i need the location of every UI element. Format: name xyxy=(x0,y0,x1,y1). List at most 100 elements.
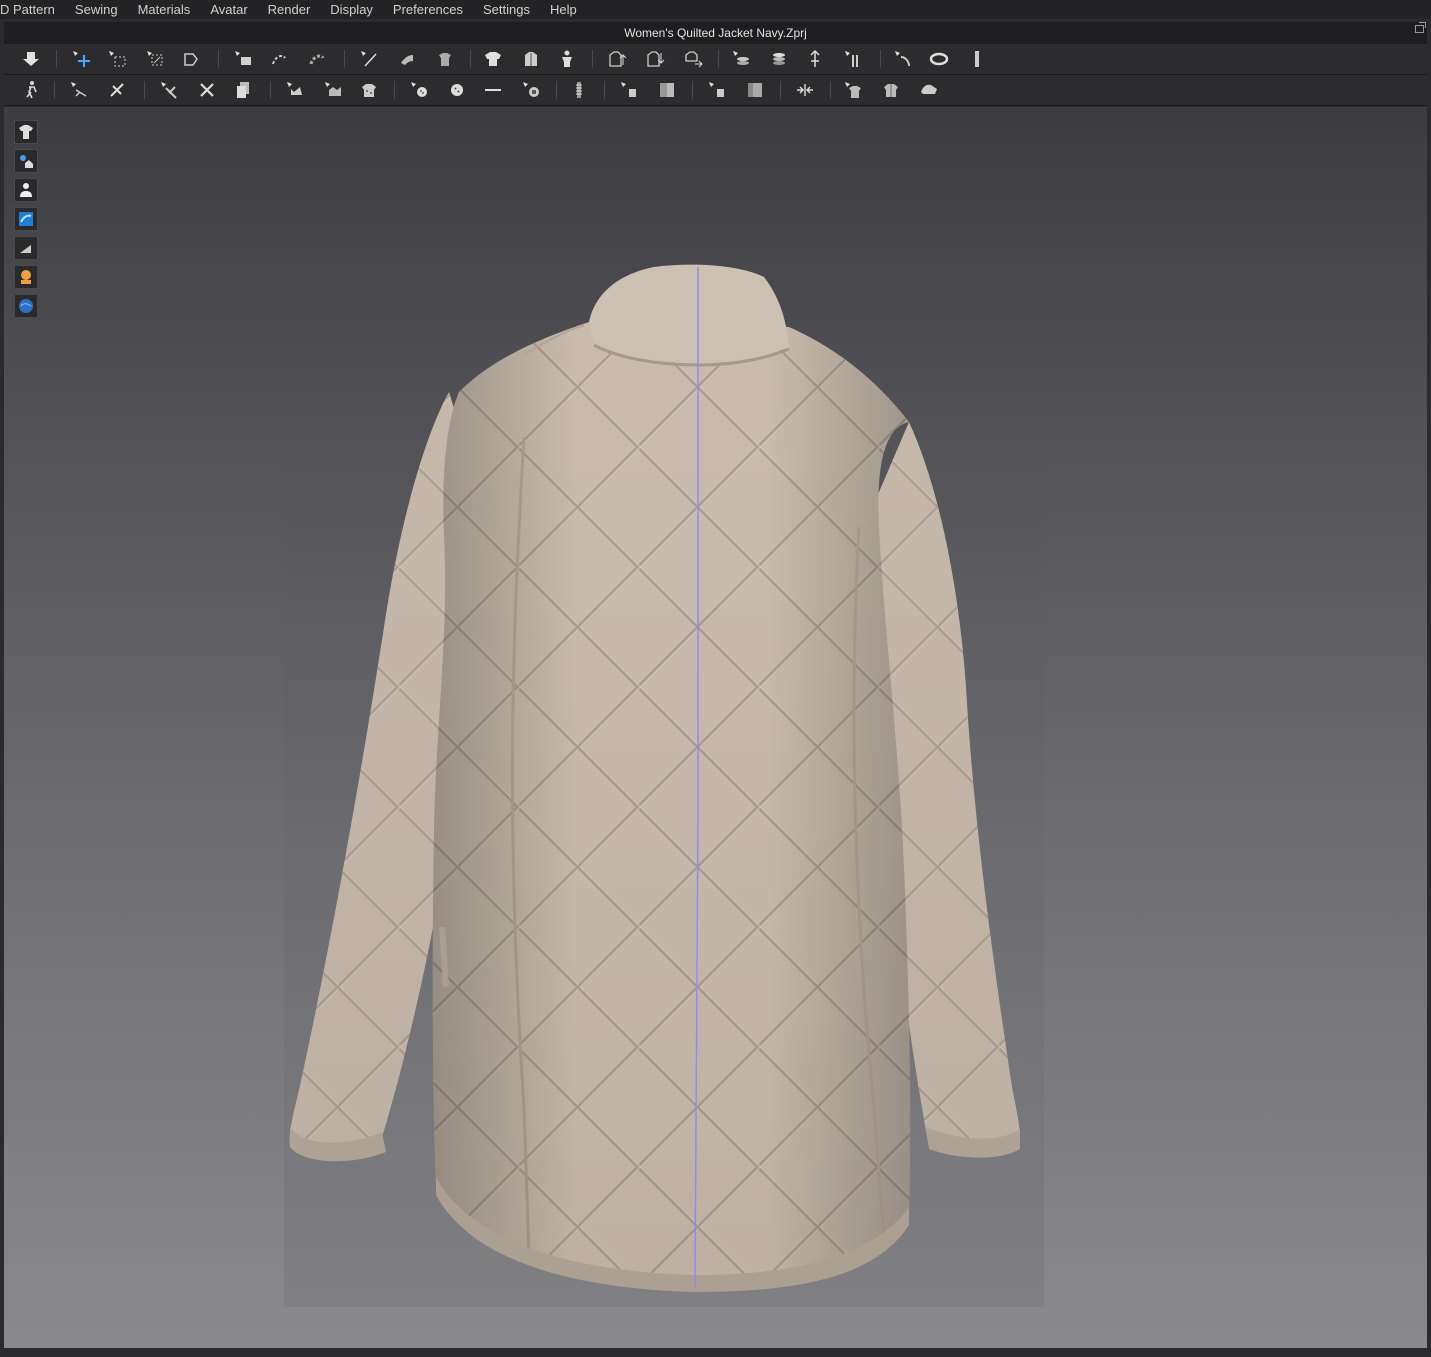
split-button[interactable] xyxy=(840,48,866,70)
texture-display-icon xyxy=(20,155,33,168)
button-hole-tool[interactable] xyxy=(444,79,470,101)
trim-icon xyxy=(161,82,177,99)
toolbar-top xyxy=(4,44,1427,75)
menu-preferences[interactable]: Preferences xyxy=(383,2,473,17)
brush-icon xyxy=(401,55,413,65)
texture-button[interactable] xyxy=(356,79,382,101)
button-tool[interactable] xyxy=(406,79,432,101)
puckering-icon xyxy=(325,82,341,96)
menu-bar: D Pattern Sewing Materials Avatar Render… xyxy=(0,0,1431,19)
garment-sync-button[interactable] xyxy=(680,48,706,70)
box-select-button[interactable] xyxy=(104,48,130,70)
sewing-button[interactable] xyxy=(66,79,92,101)
avatar-show-icon xyxy=(562,50,572,67)
split-icon xyxy=(845,51,858,67)
stack-button[interactable] xyxy=(766,48,792,70)
layer-button[interactable] xyxy=(266,48,292,70)
simulation-icon xyxy=(23,52,39,66)
line-icon xyxy=(485,89,501,91)
fabric-button[interactable] xyxy=(282,79,308,101)
fold-button[interactable] xyxy=(178,48,204,70)
texture-display-button[interactable] xyxy=(14,149,38,173)
puckering-button[interactable] xyxy=(320,79,346,101)
select-mesh-button[interactable] xyxy=(68,48,94,70)
brush-button[interactable] xyxy=(394,48,420,70)
cut-button[interactable] xyxy=(194,79,220,101)
garment-sync-icon xyxy=(685,51,703,68)
segment-sewing-button[interactable] xyxy=(104,79,130,101)
zipper-tool[interactable] xyxy=(566,79,592,101)
pin-button[interactable] xyxy=(356,48,382,70)
tape-icon xyxy=(895,51,910,67)
piping-tool[interactable] xyxy=(616,79,642,101)
measure-pin-button[interactable] xyxy=(802,48,828,70)
tuck-tool[interactable] xyxy=(840,79,866,101)
trim-button[interactable] xyxy=(156,79,182,101)
skin-display-icon xyxy=(21,270,31,284)
pull-tool[interactable] xyxy=(792,79,818,101)
segment-sewing-icon xyxy=(110,83,124,97)
pose-button[interactable] xyxy=(18,79,44,101)
menu-pattern[interactable]: D Pattern xyxy=(0,2,65,17)
fabric-icon xyxy=(287,82,302,95)
status-strip xyxy=(0,1348,1431,1357)
transform-pattern-button[interactable] xyxy=(142,48,168,70)
copy-button[interactable] xyxy=(230,79,256,101)
pattern-display-button[interactable] xyxy=(14,236,38,260)
layer-icon xyxy=(272,55,286,65)
avatar-display-icon xyxy=(20,183,32,197)
trim-piece-icon xyxy=(709,82,724,97)
strengthen-button[interactable] xyxy=(728,48,754,70)
menu-render[interactable]: Render xyxy=(258,2,321,17)
transform-pattern-icon xyxy=(147,51,163,66)
shoe-tool[interactable] xyxy=(916,79,942,101)
shirt-hide-button[interactable] xyxy=(518,48,544,70)
fold-arrangement-button[interactable] xyxy=(230,48,256,70)
menu-help[interactable]: Help xyxy=(540,2,587,17)
skin-display-button[interactable] xyxy=(14,265,38,289)
garment-display-button[interactable] xyxy=(14,120,38,144)
tape-button[interactable] xyxy=(890,48,916,70)
stack-icon xyxy=(773,53,785,65)
shade-tool[interactable] xyxy=(742,79,768,101)
shoe-icon xyxy=(921,84,937,94)
box-select-icon xyxy=(109,51,126,67)
simulation-button[interactable] xyxy=(18,48,44,70)
menu-settings[interactable]: Settings xyxy=(473,2,540,17)
fitting-tool[interactable] xyxy=(878,79,904,101)
shade-icon xyxy=(748,83,762,97)
avatar-show-button[interactable] xyxy=(554,48,580,70)
garment-down-button[interactable] xyxy=(642,48,668,70)
graphic-icon xyxy=(660,83,674,97)
ruler-button[interactable] xyxy=(964,48,990,70)
viewport-display-toolbar xyxy=(14,120,42,323)
3d-viewport[interactable] xyxy=(4,107,1427,1348)
restore-window-icon[interactable] xyxy=(1415,22,1426,33)
garment-up-button[interactable] xyxy=(604,48,630,70)
avatar-display-button[interactable] xyxy=(14,178,38,202)
menu-materials[interactable]: Materials xyxy=(128,2,201,17)
menu-sewing[interactable]: Sewing xyxy=(65,2,128,17)
tuck-icon xyxy=(845,82,861,98)
line-tool[interactable] xyxy=(480,79,506,101)
graphic-tool[interactable] xyxy=(654,79,680,101)
fabric-display-button[interactable] xyxy=(14,207,38,231)
pattern-shirt-button[interactable] xyxy=(432,48,458,70)
pull-icon xyxy=(797,84,813,96)
measure-pin-icon xyxy=(810,49,820,67)
ring-button[interactable] xyxy=(926,48,952,70)
cut-icon xyxy=(200,83,214,97)
environment-display-button[interactable] xyxy=(14,294,38,318)
fitting-icon xyxy=(884,84,898,97)
quilted-jacket-3d-model xyxy=(284,257,1044,1307)
pattern-shirt-icon xyxy=(439,53,451,66)
menu-display[interactable]: Display xyxy=(320,2,383,17)
garment-up-icon xyxy=(609,51,627,67)
lock-button-tool[interactable] xyxy=(518,79,544,101)
tack-button[interactable] xyxy=(304,48,330,70)
shirt-show-button[interactable] xyxy=(480,48,506,70)
menu-avatar[interactable]: Avatar xyxy=(200,2,257,17)
texture-icon xyxy=(362,84,376,97)
strengthen-icon xyxy=(733,51,749,65)
trim-piece-tool[interactable] xyxy=(704,79,730,101)
